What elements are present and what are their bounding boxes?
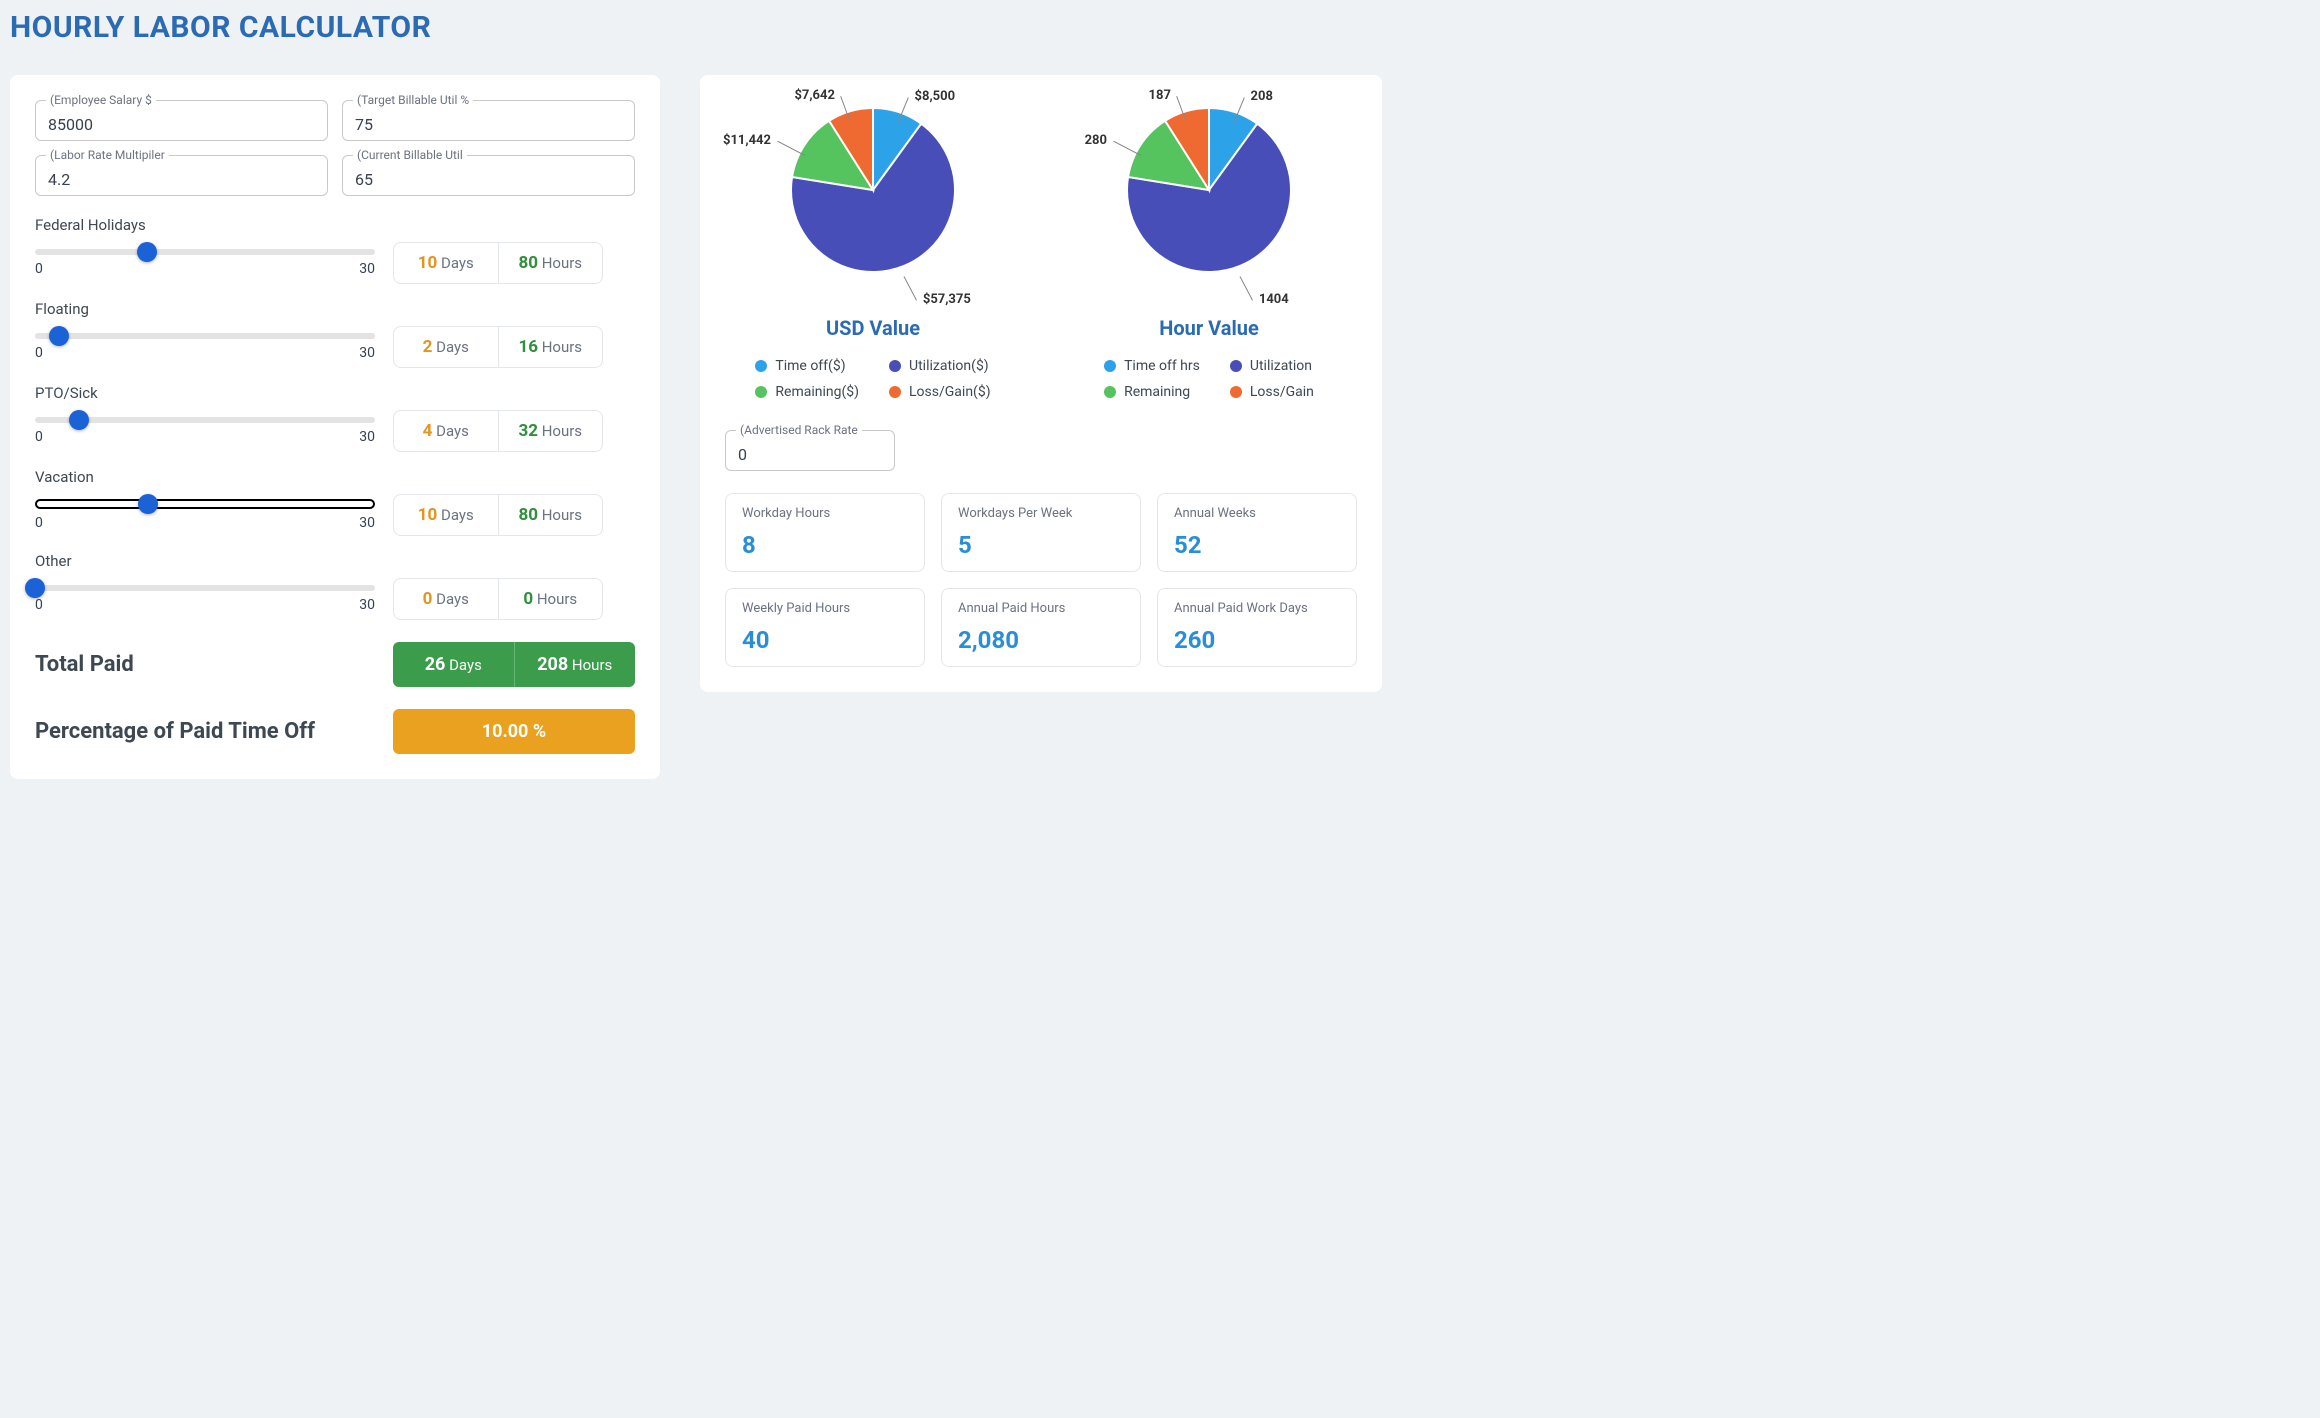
legend-item: Loss/Gain($) [889,384,991,400]
legend-item: Time off hrs [1104,358,1200,374]
targetUtil-field[interactable]: Target Billable Util % 75 [342,100,635,141]
legend-item: Utilization($) [889,358,991,374]
pto-pct-badge: 10.00 % [393,709,635,754]
chart-title-1: Hour Value [1061,316,1357,340]
page-title: HOURLY LABOR CALCULATOR [10,10,1382,45]
slider-thumb-2[interactable] [69,410,89,430]
currentUtil-field[interactable]: Current Billable Util 65 [342,155,635,196]
slider-1[interactable] [35,333,375,339]
slider-badge-1: 2 Days 16 Hours [393,326,603,368]
stat-card-1: Workdays Per Week 5 [941,493,1141,572]
legend-item: Loss/Gain [1230,384,1314,400]
slider-thumb-1[interactable] [49,326,69,346]
slider-thumb-3[interactable] [138,494,158,514]
total-paid-badge: 26 Days 208 Hours [393,642,635,687]
slider-badge-4: 0 Days 0 Hours [393,578,603,620]
rack-rate-field[interactable]: Advertised Rack Rate 0 [725,430,895,471]
total-paid-label: Total Paid [35,652,375,677]
stat-card-4: Annual Paid Hours 2,080 [941,588,1141,667]
slider-thumb-4[interactable] [25,578,45,598]
pie-chart-1: 2081404280187 [1079,100,1339,300]
pie-chart-0: $8,500$57,375$11,442$7,642 [743,100,1003,300]
multiplier-field[interactable]: Labor Rate Multipiler 4.2 [35,155,328,196]
slider-badge-3: 10 Days 80 Hours [393,494,603,536]
legend-item: Remaining($) [755,384,859,400]
slider-label-3: Vacation [35,468,635,486]
slider-badge-2: 4 Days 32 Hours [393,410,603,452]
slider-0[interactable] [35,249,375,255]
legend-item: Remaining [1104,384,1200,400]
slider-badge-0: 10 Days 80 Hours [393,242,603,284]
stat-card-3: Weekly Paid Hours 40 [725,588,925,667]
salary-field[interactable]: Employee Salary $ 85000 [35,100,328,141]
slider-label-1: Floating [35,300,635,318]
calculator-card: Employee Salary $ 85000 Target Billable … [10,75,660,779]
results-card: $8,500$57,375$11,442$7,642 USD Value Tim… [700,75,1382,692]
chart-title-0: USD Value [725,316,1021,340]
slider-thumb-0[interactable] [137,242,157,262]
stat-card-5: Annual Paid Work Days 260 [1157,588,1357,667]
legend-item: Utilization [1230,358,1314,374]
slider-4[interactable] [35,585,375,591]
pto-pct-label: Percentage of Paid Time Off [35,719,375,744]
slider-2[interactable] [35,417,375,423]
legend-item: Time off($) [755,358,859,374]
stat-card-0: Workday Hours 8 [725,493,925,572]
slider-label-0: Federal Holidays [35,216,635,234]
slider-label-4: Other [35,552,635,570]
stat-card-2: Annual Weeks 52 [1157,493,1357,572]
slider-3[interactable] [35,499,375,509]
slider-label-2: PTO/Sick [35,384,635,402]
